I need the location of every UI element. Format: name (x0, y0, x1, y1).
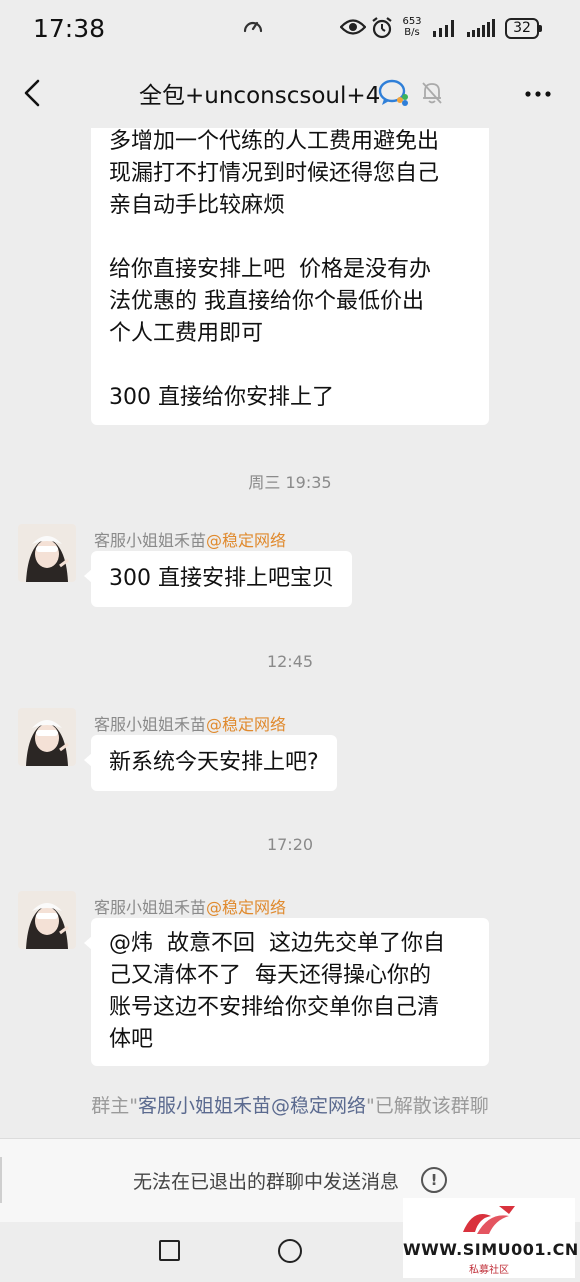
disabled-input-message: 无法在已退出的群聊中发送消息 (133, 1171, 400, 1193)
sender-tag: @稳定网络 (206, 898, 287, 917)
status-time: 17:38 (33, 14, 106, 43)
message-line: 现漏打不打情况到时候还得您自己 (109, 161, 440, 186)
sender-nickname: 客服小姐姐禾苗 (94, 531, 207, 550)
sender-name: 客服小姐姐禾苗@稳定网络 (94, 711, 286, 735)
avatar-image (18, 708, 76, 766)
avatar[interactable] (18, 891, 76, 949)
sender-name: 客服小姐姐禾苗@稳定网络 (94, 527, 286, 551)
message-bubble[interactable]: 新系统今天安排上吧? (84, 735, 337, 791)
message-line: 己又清体不了 每天还得操心你的 (109, 963, 431, 988)
chat-title[interactable]: 全包+unconscsoul+4 (139, 76, 380, 110)
sender-tag: @稳定网络 (206, 531, 287, 550)
enterprise-chat-icon (378, 79, 408, 106)
more-options-button[interactable] (520, 82, 556, 106)
avatar-image (18, 524, 76, 582)
net-speed-unit: B/s (404, 27, 420, 38)
back-button[interactable] (18, 76, 48, 110)
sender-tag: @稳定网络 (206, 715, 287, 734)
timestamp: 周三 19:35 (248, 473, 332, 492)
message-bubble[interactable]: 多增加一个代练的人工费用避免出 现漏打不打情况到时候还得您自己 亲自动手比较麻烦… (91, 128, 489, 425)
notice-owner-link[interactable]: 客服小姐姐禾苗@稳定网络 (138, 1095, 366, 1117)
sender-name: 客服小姐姐禾苗@稳定网络 (94, 894, 286, 918)
message-bubble[interactable]: @炜 故意不回 这边先交单了你自 己又清体不了 每天还得操心你的 账号这边不安排… (84, 918, 489, 1066)
message-text: 新系统今天安排上吧? (109, 750, 319, 775)
info-icon[interactable]: ! (421, 1167, 447, 1193)
recent-apps-button[interactable] (159, 1240, 180, 1261)
timestamp: 17:20 (266, 835, 314, 854)
message-line: @炜 故意不回 这边先交单了你自 (109, 931, 445, 956)
message-text: 300 直接安排上吧宝贝 (109, 566, 334, 591)
message-line: 个人工费用即可 (109, 321, 264, 346)
message-line: 给你直接安排上吧 价格是没有办 (109, 257, 431, 282)
divider (0, 1157, 2, 1203)
message-line: 亲自动手比较麻烦 (109, 193, 286, 218)
battery-indicator: 32 (505, 18, 542, 39)
chat-header: 全包+unconscsoul+4 (0, 58, 580, 128)
sender-nickname: 客服小姐姐禾苗 (94, 898, 207, 917)
home-button[interactable] (278, 1239, 302, 1263)
avatar-image (18, 891, 76, 949)
watermark-logo (463, 1206, 515, 1234)
watermark-subtitle: 私募社区 (469, 1265, 509, 1276)
eye-icon (340, 19, 366, 35)
watermark-url: WWW.SIMU001.CN (403, 1240, 579, 1259)
sender-nickname: 客服小姐姐禾苗 (94, 715, 207, 734)
mute-bell-icon (422, 82, 442, 104)
signal-icon (467, 19, 495, 37)
alarm-icon (372, 17, 392, 39)
system-notice: 群主"客服小姐姐禾苗@稳定网络"已解散该群聊 (0, 1091, 580, 1118)
watermark: WWW.SIMU001.CN 私募社区 (403, 1198, 579, 1278)
message-line: 账号这边不安排给你交单你自己清 (109, 995, 440, 1020)
avatar[interactable] (18, 524, 76, 582)
message-line: 多增加一个代练的人工费用避免出 (109, 129, 440, 154)
message-line: 体吧 (109, 1027, 154, 1052)
status-bar: 17:38 653 B/s 32 (0, 0, 580, 58)
net-speed-value: 653 (402, 16, 422, 27)
chat-message-list[interactable]: 多增加一个代练的人工费用避免出 现漏打不打情况到时候还得您自己 亲自动手比较麻烦… (0, 128, 580, 1138)
notice-suffix: "已解散该群聊 (366, 1095, 489, 1117)
message-line: 300 直接给你安排上了 (109, 385, 334, 410)
net-speed: 653 B/s (399, 16, 425, 38)
speedometer-icon (243, 21, 263, 33)
message-line: 法优惠的 我直接给你个最低价出 (109, 289, 424, 314)
notice-prefix: 群主" (91, 1095, 138, 1117)
signal-icon (433, 20, 454, 37)
avatar[interactable] (18, 708, 76, 766)
timestamp: 12:45 (266, 652, 314, 671)
message-bubble[interactable]: 300 直接安排上吧宝贝 (84, 551, 352, 607)
